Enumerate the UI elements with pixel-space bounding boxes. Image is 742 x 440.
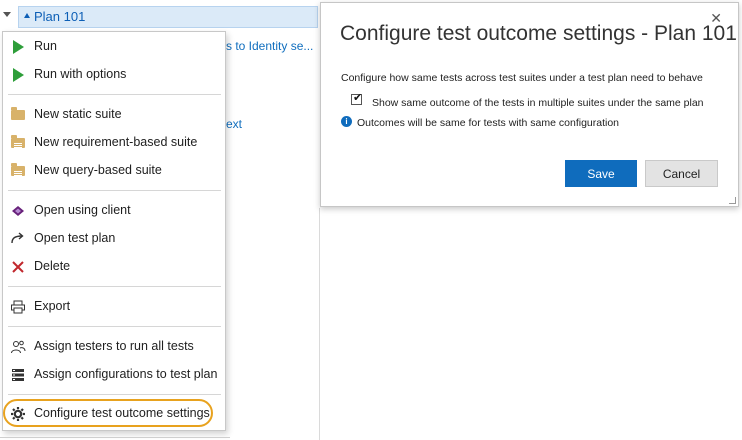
folder-icon	[10, 107, 26, 123]
menu-item-run-with-options[interactable]: Run with options	[3, 62, 225, 88]
menu-item-label: New query-based suite	[34, 163, 162, 177]
menu-item-label: New static suite	[34, 107, 122, 121]
menu-item-label: Assign testers to run all tests	[34, 339, 194, 353]
menu-separator	[8, 94, 221, 95]
collapse-caret-icon[interactable]	[24, 13, 30, 18]
play-icon	[10, 67, 26, 83]
play-icon	[10, 39, 26, 55]
close-icon[interactable]: ✕	[710, 10, 722, 27]
cancel-button[interactable]: Cancel	[645, 160, 718, 187]
configure-outcome-dialog: Configure test outcome settings - Plan 1…	[320, 2, 739, 207]
requirement-folder-icon	[10, 135, 26, 151]
open-arrow-icon	[10, 231, 26, 247]
menu-item-assign-configurations[interactable]: Assign configurations to test plan	[3, 362, 225, 388]
tree-header: Plan 101	[0, 0, 318, 30]
menu-item-label: New requirement-based suite	[34, 135, 198, 149]
dialog-description: Configure how same tests across test sui…	[341, 72, 703, 84]
highlight-ring	[3, 399, 213, 427]
info-icon: i	[341, 116, 352, 127]
save-button[interactable]: Save	[565, 160, 637, 187]
menu-item-open-using-client[interactable]: Open using client	[3, 198, 225, 224]
checkbox-label: Show same outcome of the tests in multip…	[372, 97, 704, 109]
same-outcome-checkbox[interactable]: ✔	[351, 92, 363, 105]
checkmark-icon: ✔	[353, 92, 363, 104]
resize-grip-icon[interactable]	[729, 197, 736, 204]
pane-bottom-border	[0, 437, 230, 438]
delete-x-icon	[10, 259, 26, 275]
background-suite-link-2[interactable]: ext	[226, 117, 242, 131]
info-text: Outcomes will be same for tests with sam…	[357, 117, 620, 129]
printer-icon	[10, 299, 26, 315]
dialog-title: Configure test outcome settings - Plan 1…	[340, 22, 737, 45]
context-menu: Run Run with options New static suite Ne…	[2, 31, 226, 431]
query-folder-icon	[10, 163, 26, 179]
menu-item-label: Delete	[34, 259, 71, 273]
menu-separator	[8, 394, 221, 395]
tree-row-plan[interactable]: Plan 101	[18, 6, 318, 28]
menu-separator	[8, 190, 221, 191]
menu-item-new-static-suite[interactable]: New static suite	[3, 102, 225, 128]
background-suite-link[interactable]: s to Identity se...	[226, 39, 313, 53]
menu-item-assign-testers[interactable]: Assign testers to run all tests	[3, 334, 225, 360]
pane-divider	[319, 208, 320, 440]
client-icon	[10, 203, 26, 219]
configurations-icon	[10, 367, 26, 383]
menu-item-label: Open using client	[34, 203, 131, 217]
plan-label: Plan 101	[34, 9, 86, 24]
menu-separator	[8, 326, 221, 327]
menu-item-open-test-plan[interactable]: Open test plan	[3, 226, 225, 252]
menu-separator	[8, 286, 221, 287]
menu-item-run[interactable]: Run	[3, 34, 225, 60]
expand-arrow-icon[interactable]	[3, 12, 11, 17]
menu-item-label: Run	[34, 39, 57, 53]
menu-item-label: Assign configurations to test plan	[34, 367, 218, 381]
menu-item-delete[interactable]: Delete	[3, 254, 225, 280]
menu-item-new-requirement-suite[interactable]: New requirement-based suite	[3, 130, 225, 156]
menu-item-new-query-suite[interactable]: New query-based suite	[3, 158, 225, 184]
menu-item-label: Open test plan	[34, 231, 116, 245]
menu-item-label: Export	[34, 299, 71, 313]
menu-item-label: Run with options	[34, 67, 127, 81]
testers-icon	[10, 339, 26, 355]
menu-item-export[interactable]: Export	[3, 294, 225, 320]
